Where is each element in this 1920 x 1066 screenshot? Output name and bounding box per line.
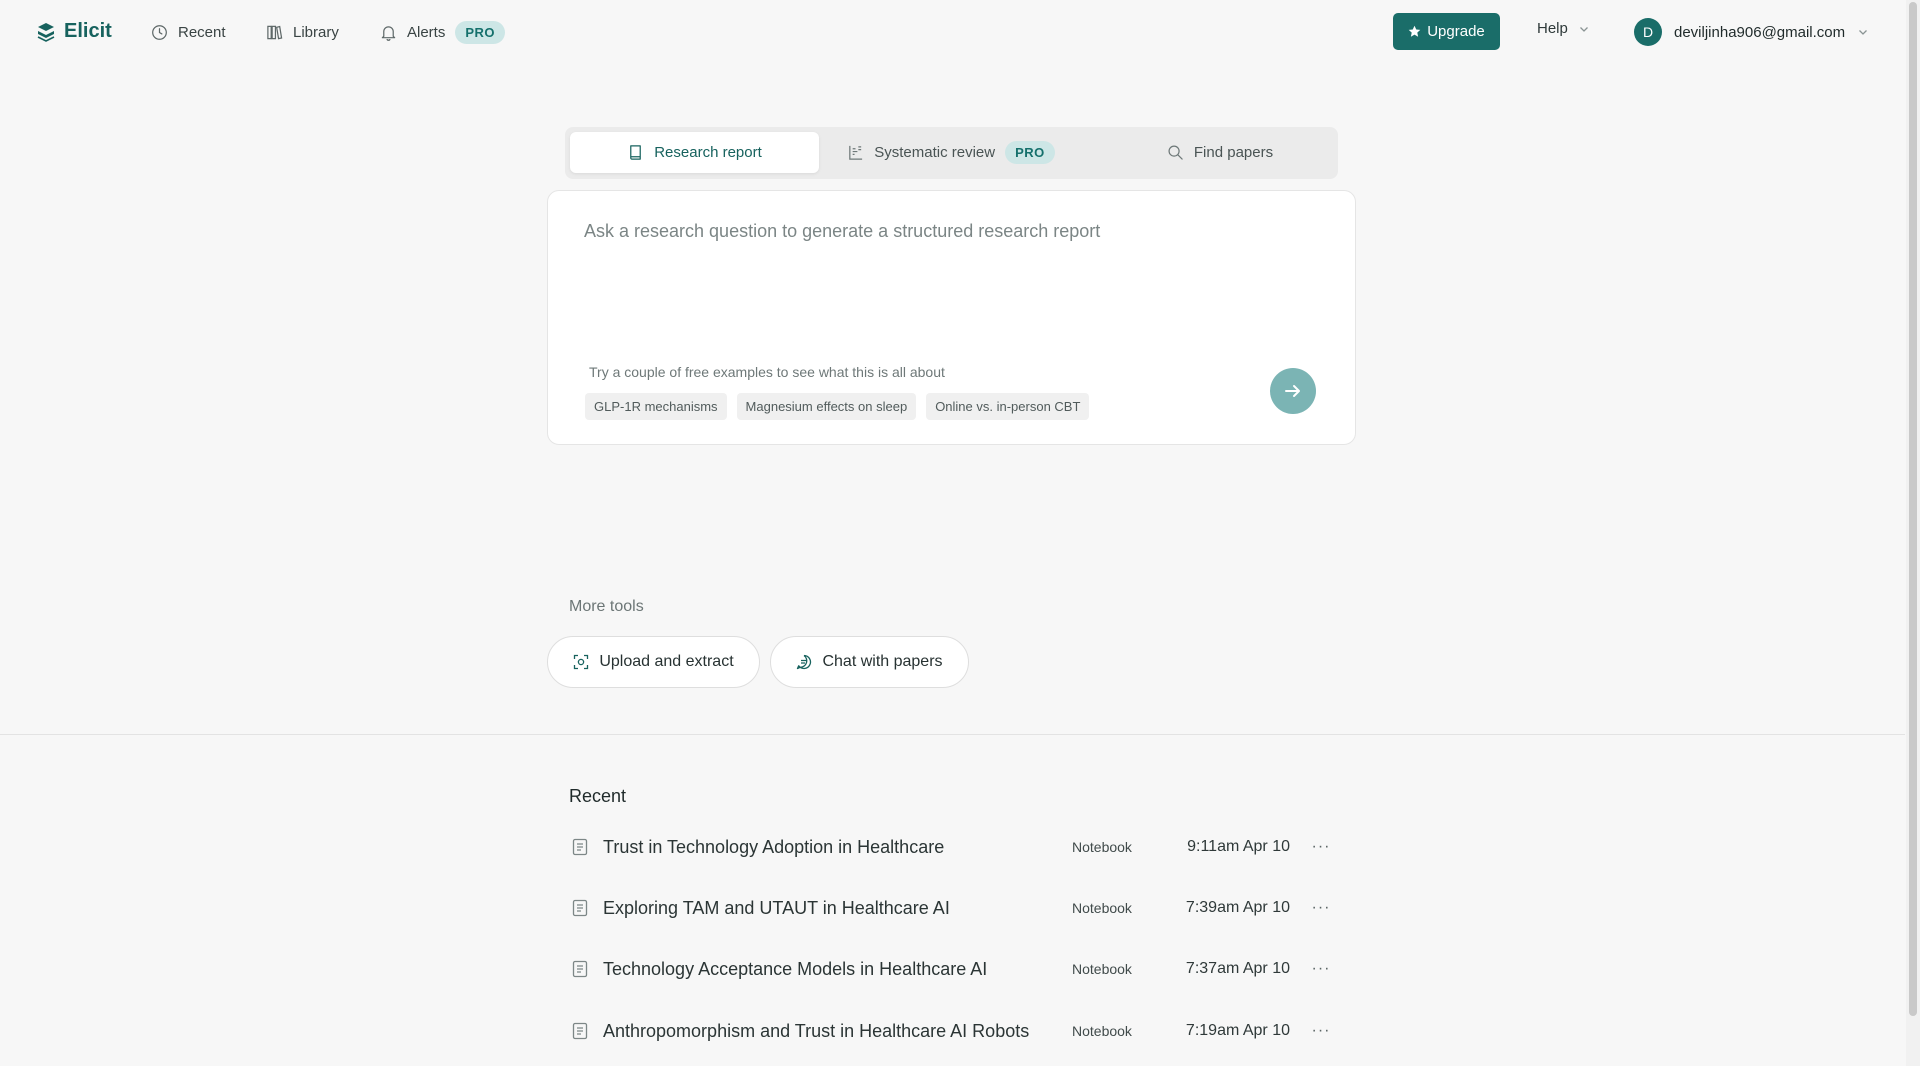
- avatar: D: [1634, 18, 1662, 46]
- pro-badge: PRO: [455, 20, 506, 44]
- upgrade-button[interactable]: Upgrade: [1393, 13, 1500, 50]
- recent-item-type: Notebook: [1072, 1023, 1132, 1039]
- book-icon: [630, 145, 642, 160]
- scrollbar-thumb[interactable]: [1909, 2, 1917, 1016]
- mode-tabs: Research report Systematic review PRO Fi…: [565, 127, 1338, 179]
- recent-item-time: 7:39am Apr 10: [1185, 899, 1290, 916]
- chat-with-papers-button[interactable]: Chat with papers: [770, 636, 969, 688]
- recent-item-title: Technology Acceptance Models in Healthca…: [603, 958, 988, 979]
- brand-name: Elicit: [64, 20, 112, 42]
- example-chip[interactable]: GLP-1R mechanisms: [585, 393, 727, 420]
- recent-item-type: Notebook: [1072, 961, 1132, 977]
- section-divider: [0, 734, 1905, 735]
- recent-item[interactable]: Trust in Technology Adoption in Healthca…: [569, 825, 1335, 869]
- tab-find-papers-label: Find papers: [1193, 144, 1274, 161]
- search-icon: [1168, 145, 1183, 160]
- recent-item-title: Exploring TAM and UTAUT in Healthcare AI: [603, 897, 950, 918]
- chevron-down-icon: [1579, 26, 1588, 32]
- recent-item[interactable]: Exploring TAM and UTAUT in Healthcare AI…: [569, 886, 1335, 930]
- recent-item-type: Notebook: [1072, 839, 1132, 855]
- more-options-icon[interactable]: ···: [1307, 955, 1335, 983]
- recent-section-title: Recent: [569, 786, 627, 806]
- nav-library-label: Library: [293, 23, 339, 41]
- chevron-down-icon: [1859, 30, 1868, 35]
- nav-alerts-label: Alerts: [407, 23, 446, 41]
- recent-item[interactable]: Technology Acceptance Models in Healthca…: [569, 947, 1335, 991]
- account-email: deviljinha906@gmail.com: [1674, 23, 1846, 41]
- elicit-logo-icon: [37, 22, 55, 42]
- pro-badge: PRO: [1005, 141, 1055, 164]
- example-chips: GLP-1R mechanisms Magnesium effects on s…: [585, 393, 1090, 420]
- tab-research-report[interactable]: Research report: [570, 132, 819, 173]
- more-options-icon[interactable]: ···: [1307, 833, 1335, 861]
- recent-item-title: Trust in Technology Adoption in Healthca…: [603, 836, 945, 857]
- more-options-icon[interactable]: ···: [1307, 1017, 1335, 1045]
- help-menu[interactable]: Help: [1537, 20, 1590, 37]
- research-question-input[interactable]: [584, 221, 1304, 311]
- list-icon: [849, 145, 863, 160]
- arrow-right-icon: [1285, 385, 1300, 397]
- recent-item-type: Notebook: [1072, 900, 1132, 916]
- top-nav: Elicit Recent Library Alerts PRO Upgrade…: [0, 0, 1905, 64]
- more-options-icon[interactable]: ···: [1307, 894, 1335, 922]
- recent-item-time: 7:19am Apr 10: [1185, 1022, 1290, 1039]
- account-menu[interactable]: D deviljinha906@gmail.com: [1634, 18, 1869, 46]
- recent-item-title: Anthropomorphism and Trust in Healthcare…: [603, 1020, 1030, 1041]
- tab-find-papers[interactable]: Find papers: [1145, 132, 1295, 173]
- tab-research-report-label: Research report: [654, 144, 762, 161]
- example-chip[interactable]: Online vs. in-person CBT: [926, 393, 1090, 420]
- submit-button[interactable]: [1270, 368, 1316, 414]
- upgrade-label: Upgrade: [1427, 23, 1485, 40]
- tab-systematic-review[interactable]: Systematic review PRO: [835, 132, 1067, 173]
- nav-recent-label: Recent: [178, 23, 226, 41]
- star-icon: [1408, 25, 1421, 37]
- document-icon: [572, 960, 588, 978]
- library-icon: [267, 25, 283, 39]
- document-icon: [572, 899, 588, 917]
- document-icon: [572, 838, 588, 856]
- nav-alerts[interactable]: Alerts PRO: [380, 20, 506, 44]
- elicit-logo[interactable]: Elicit: [36, 20, 112, 43]
- upload-and-extract-button[interactable]: Upload and extract: [547, 636, 760, 688]
- nav-library[interactable]: Library: [266, 20, 339, 44]
- bell-icon: [381, 25, 396, 41]
- tab-systematic-review-label: Systematic review: [874, 144, 996, 161]
- example-chip[interactable]: Magnesium effects on sleep: [736, 393, 917, 420]
- document-icon: [572, 1022, 588, 1040]
- examples-hint: Try a couple of free examples to see wha…: [589, 364, 945, 380]
- upload-and-extract-label: Upload and extract: [599, 653, 734, 670]
- query-card: Try a couple of free examples to see wha…: [547, 190, 1356, 445]
- recent-item-time: 7:37am Apr 10: [1185, 960, 1290, 977]
- clock-icon: [152, 24, 167, 40]
- scan-icon: [574, 654, 589, 670]
- recent-item-time: 9:11am Apr 10: [1187, 838, 1290, 855]
- chat-with-papers-label: Chat with papers: [822, 653, 943, 670]
- more-tools-label: More tools: [569, 598, 644, 615]
- page-scrollbar[interactable]: [1906, 0, 1920, 1066]
- nav-recent[interactable]: Recent: [151, 20, 226, 44]
- chat-icon: [797, 654, 812, 670]
- help-label: Help: [1537, 20, 1568, 37]
- recent-item[interactable]: Anthropomorphism and Trust in Healthcare…: [569, 1009, 1335, 1053]
